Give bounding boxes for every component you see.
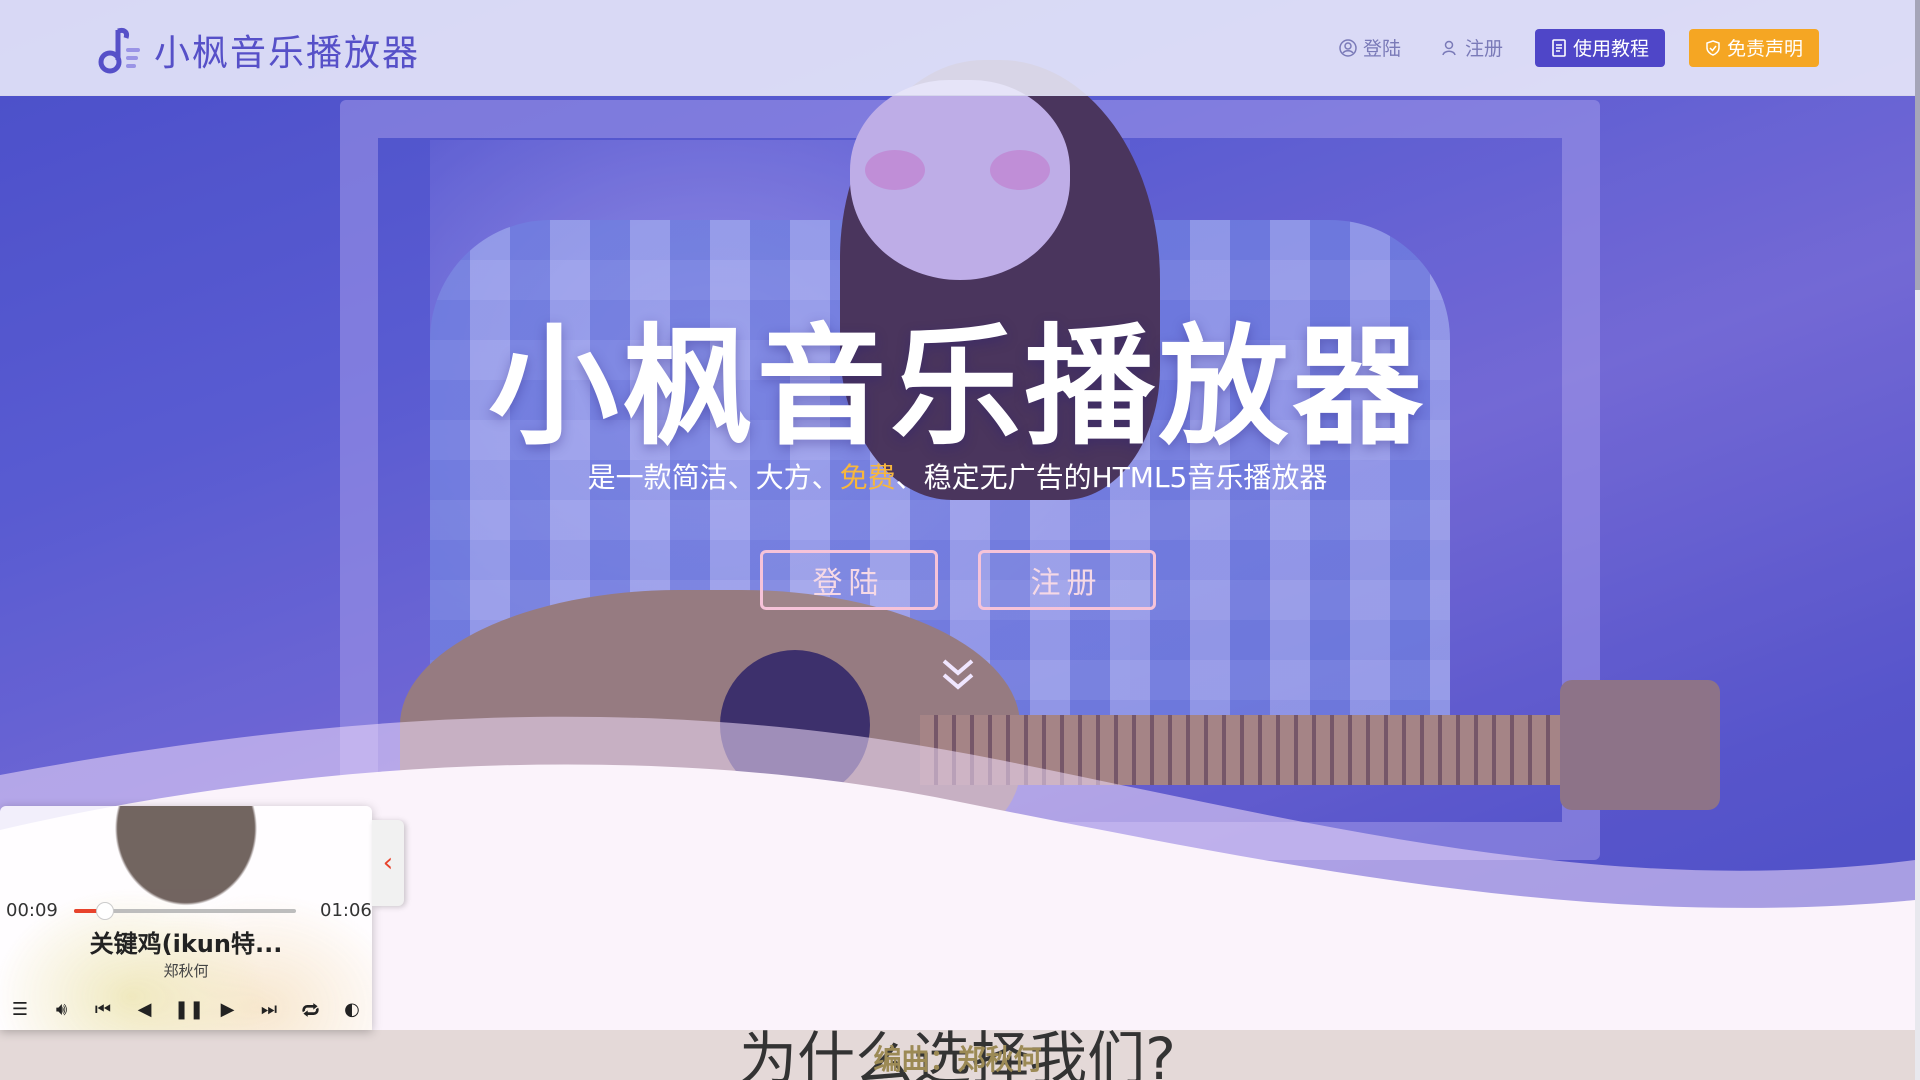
chevron-left-icon: ‹ <box>382 848 394 878</box>
nav-register-label: 注册 <box>1464 38 1503 60</box>
pause-icon[interactable]: ❚❚ <box>174 999 204 1020</box>
tutorial-button-label: 使用教程 <box>1572 38 1649 60</box>
hero-subtitle-part1: 是一款简洁、大方、 <box>587 461 840 494</box>
hero-login-button[interactable]: 登陆 <box>759 550 938 610</box>
nav-login-label: 登陆 <box>1362 38 1401 60</box>
hero-subtitle-part2: 、稳定无广告的HTML5音乐播放器 <box>895 461 1328 494</box>
player-progress-handle[interactable] <box>96 902 115 920</box>
hero-buttons: 登陆 注册 <box>0 550 1915 610</box>
top-nav: 登陆 注册 使用教程 免责声明 <box>1331 28 1819 67</box>
page-scrollbar-thumb[interactable] <box>1915 0 1920 290</box>
lyrics-toggle-icon[interactable]: ◐ <box>340 999 364 1020</box>
hero-subtitle: 是一款简洁、大方、免费、稳定无广告的HTML5音乐播放器 <box>0 456 1915 496</box>
scroll-down-chevron-icon[interactable] <box>940 655 976 695</box>
player-current-time: 00:09 <box>6 900 58 921</box>
music-note-icon <box>98 27 140 74</box>
shield-icon <box>1706 39 1720 56</box>
hero-register-button[interactable]: 注册 <box>977 550 1156 610</box>
player-total-time: 01:06 <box>320 900 372 921</box>
repeat-icon[interactable]: 🔁︎ <box>299 996 323 1023</box>
playlist-menu-icon[interactable]: ☰ <box>8 999 32 1020</box>
top-navbar: 小枫音乐播放器 登陆 注册 使用教程 免责声明 <box>0 0 1915 96</box>
player-controls: ☰ 🔊︎ ⏮︎ ◀ ❚❚ ▶ ⏭︎ 🔁︎ ◐ <box>8 996 364 1023</box>
player-collapse-button[interactable]: ‹ <box>372 820 404 906</box>
lyric-line: 编曲：郑秋何 <box>873 1043 1042 1076</box>
player-song-title: 关键鸡(ikun特... <box>89 930 283 958</box>
skip-forward-icon[interactable]: ⏭︎ <box>257 999 281 1020</box>
music-player: 00:09 01:06 关键鸡(ikun特... 郑秋何 ☰ 🔊︎ ⏮︎ ◀ ❚… <box>0 806 372 1030</box>
user-add-icon <box>1442 40 1456 55</box>
skip-back-icon[interactable]: ⏮︎ <box>91 999 115 1020</box>
document-icon <box>1552 38 1566 57</box>
nav-login-link[interactable]: 登陆 <box>1331 28 1409 67</box>
volume-icon[interactable]: 🔊︎ <box>50 999 74 1020</box>
tutorial-button[interactable]: 使用教程 <box>1534 28 1665 67</box>
previous-track-icon[interactable]: ◀ <box>133 999 157 1020</box>
player-artist: 郑秋何 <box>163 962 209 980</box>
disclaimer-button[interactable]: 免责声明 <box>1688 28 1819 67</box>
hero-title: 小枫音乐播放器 <box>488 311 1427 463</box>
hero-subtitle-highlight: 免费 <box>839 461 896 494</box>
logo-text: 小枫音乐播放器 <box>154 33 421 74</box>
site-logo[interactable]: 小枫音乐播放器 <box>96 24 420 76</box>
next-track-icon[interactable]: ▶ <box>216 999 240 1020</box>
nav-register-link[interactable]: 注册 <box>1433 28 1511 67</box>
user-circle-icon <box>1339 38 1357 57</box>
disclaimer-button-label: 免责声明 <box>1726 38 1803 60</box>
